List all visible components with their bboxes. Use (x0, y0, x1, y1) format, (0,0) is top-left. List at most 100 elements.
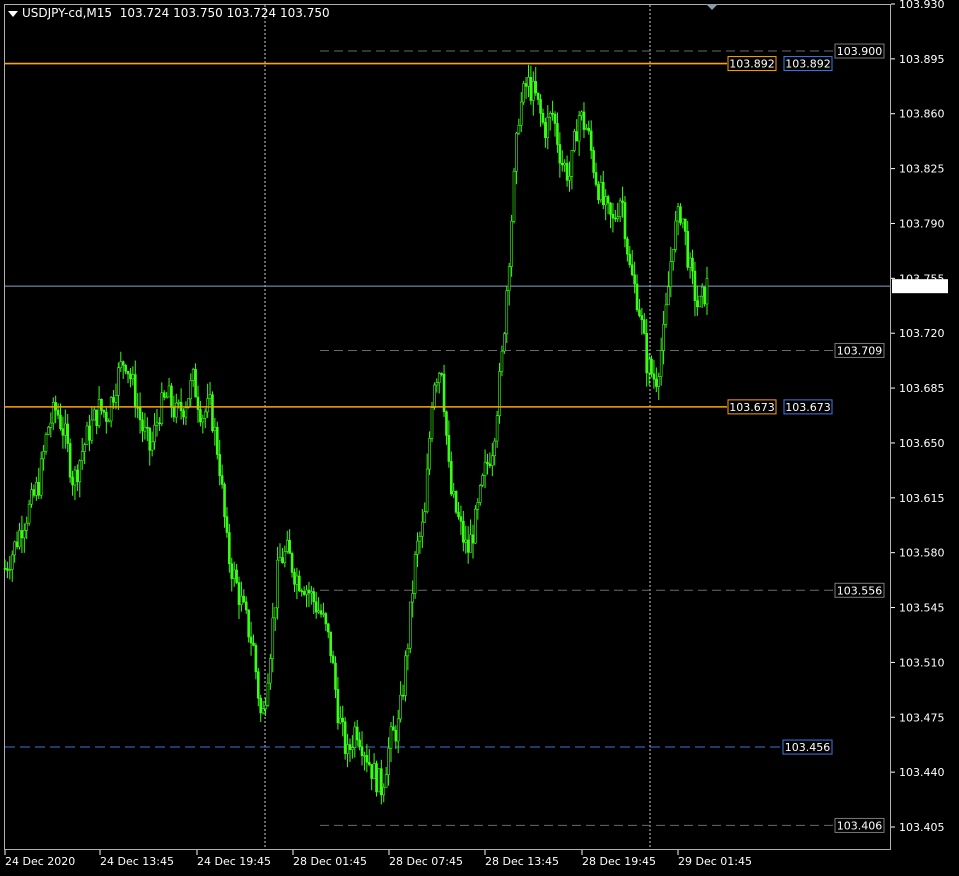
ohlc-readout: 103.724 103.750 103.724 103.750 (119, 6, 330, 20)
candle-body (406, 647, 410, 657)
candle-body (66, 423, 70, 444)
candle-body (8, 569, 12, 571)
candle-body (68, 443, 72, 478)
candle-body (459, 516, 463, 522)
candle-body (507, 266, 511, 292)
candle-body (519, 101, 523, 126)
candle-body (346, 744, 349, 754)
candle-body (119, 361, 123, 369)
candle-body (339, 717, 342, 724)
dropdown-triangle-icon[interactable] (8, 10, 18, 17)
candle-body (541, 112, 545, 123)
candle-body (80, 451, 84, 462)
candle-body (382, 786, 386, 796)
candle-body (380, 768, 383, 796)
candle-body (27, 503, 31, 524)
candle-body (107, 420, 111, 423)
candle-body (44, 434, 48, 452)
candle-body (411, 593, 414, 603)
time-label: 28 Dec 13:45 (485, 855, 559, 868)
candle-body (404, 655, 407, 696)
candle-body (20, 530, 24, 539)
candle-body (471, 534, 475, 544)
candle-body (495, 415, 499, 442)
candle-body (691, 257, 694, 272)
candle-body (592, 150, 595, 173)
candle-body (223, 484, 226, 517)
candle-body (281, 557, 284, 563)
candle-body (194, 369, 197, 398)
candle-body (488, 463, 492, 466)
candle-body (430, 407, 434, 439)
candle-body (568, 176, 571, 181)
candle-body (589, 130, 593, 151)
candle-body (469, 534, 472, 553)
candle-body (201, 417, 205, 423)
candle-body (240, 595, 243, 605)
candle-body (351, 747, 354, 750)
candle-body (662, 324, 665, 351)
gray-level-label: 103.406 (837, 819, 883, 832)
candle-body (498, 371, 501, 416)
candle-body (534, 81, 538, 94)
candle-body (423, 511, 427, 523)
candle-body (121, 361, 125, 366)
candle-body (486, 461, 489, 465)
price-tick-label: 103.545 (899, 602, 945, 615)
candle-body (510, 220, 513, 267)
candle-body (522, 83, 525, 103)
time-label: 28 Dec 01:45 (293, 855, 367, 868)
candle-body (295, 575, 299, 585)
candle-body (638, 309, 641, 316)
candle-body (529, 76, 533, 101)
candle-body (269, 658, 272, 684)
candle-body (594, 172, 598, 185)
candle-body (597, 184, 600, 201)
candle-body (256, 671, 260, 699)
candle-body (599, 181, 603, 201)
candle-body (360, 746, 364, 756)
candle-body (235, 569, 238, 583)
candle-body (206, 398, 209, 413)
candle-body (71, 476, 74, 486)
price-tick-label: 103.790 (899, 217, 945, 230)
candle-body (49, 422, 53, 428)
candle-body (266, 682, 270, 706)
candle-body (503, 333, 506, 352)
candle-body (375, 763, 378, 793)
candle-body (312, 591, 316, 603)
candle-body (177, 401, 180, 404)
candle-body (341, 717, 345, 723)
candle-body (102, 410, 106, 413)
candle-body (474, 508, 477, 544)
candle-body (114, 395, 118, 403)
candle-body (56, 409, 60, 416)
candle-body (686, 231, 690, 268)
candle-body (367, 761, 371, 765)
candle-body (278, 557, 282, 561)
candle-body (42, 451, 45, 460)
candle-body (95, 409, 98, 427)
price-tick-label: 103.475 (899, 711, 945, 724)
candle-body (609, 202, 612, 215)
candle-body (317, 610, 320, 613)
candle-body (671, 249, 675, 262)
price-tick-label: 103.510 (899, 656, 945, 669)
candle-body (365, 755, 369, 763)
candle-body (435, 382, 439, 386)
candle-body (676, 206, 680, 222)
candle-body (249, 636, 253, 644)
candle-body (659, 350, 663, 377)
candle-body (25, 522, 29, 531)
candle-body (259, 697, 263, 714)
candle-body (628, 253, 632, 266)
time-label: 28 Dec 07:45 (389, 855, 463, 868)
candle-body (623, 202, 627, 240)
candle-body (37, 482, 41, 496)
candle-body (573, 131, 576, 151)
candle-body (387, 747, 390, 776)
candle-body (310, 591, 313, 594)
candle-body (604, 196, 607, 206)
candle-body (630, 264, 634, 276)
candle-body (230, 563, 234, 579)
